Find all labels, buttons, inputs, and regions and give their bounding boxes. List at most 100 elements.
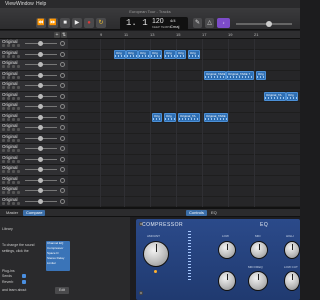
bar-ruler[interactable]: 9 11 13 15 17 19 21	[68, 31, 300, 39]
mute-button[interactable]	[2, 75, 5, 79]
track-name[interactable]: Original	[2, 92, 18, 97]
lcd-display[interactable]: 1. 1 120 KEEP TEMPO 4/4 Cmaj	[120, 17, 188, 30]
solo-button[interactable]	[7, 117, 10, 121]
track-header[interactable]: Original	[0, 144, 68, 155]
mute-button[interactable]	[2, 128, 5, 131]
solo-button[interactable]	[7, 191, 10, 194]
record-enable-button[interactable]	[12, 191, 15, 194]
high-knob[interactable]	[284, 241, 300, 259]
low-cut-knob[interactable]	[284, 271, 300, 291]
solo-button[interactable]	[7, 149, 10, 152]
track-header[interactable]: Original	[0, 186, 68, 197]
mute-button[interactable]	[2, 159, 5, 163]
record-enable-button[interactable]	[12, 128, 15, 131]
track-name[interactable]: Original	[2, 71, 18, 76]
pan-knob[interactable]	[60, 41, 65, 46]
solo-button[interactable]	[7, 107, 10, 110]
record-enable-button[interactable]	[12, 107, 15, 110]
track-header[interactable]: Original	[0, 102, 68, 113]
track-header[interactable]: Original	[0, 60, 68, 71]
audio-region[interactable]: Original_TAKE 7	[226, 71, 254, 80]
track-volume-knob[interactable]	[38, 51, 43, 57]
input-monitor-button[interactable]	[17, 149, 20, 152]
audio-region[interactable]: Orig	[164, 50, 176, 59]
mute-button[interactable]	[2, 138, 5, 142]
eq-tab[interactable]: EQ	[208, 210, 220, 216]
track-volume-knob[interactable]	[38, 125, 43, 130]
sends-checkbox[interactable]	[22, 274, 26, 278]
track-volume-knob[interactable]	[38, 104, 43, 109]
reverb-checkbox[interactable]	[22, 280, 26, 284]
record-enable-button[interactable]	[12, 86, 15, 89]
track-name[interactable]: Original	[2, 155, 18, 160]
menu-window[interactable]: Window	[16, 0, 34, 8]
solo-button[interactable]	[7, 44, 10, 47]
tempo-value[interactable]: 120	[152, 18, 164, 25]
input-monitor-button[interactable]	[17, 191, 20, 194]
input-monitor-button[interactable]	[17, 44, 20, 47]
pan-knob[interactable]	[60, 114, 65, 120]
track-volume-knob[interactable]	[38, 135, 43, 141]
mute-button[interactable]	[2, 96, 5, 100]
audio-region[interactable]: Orig	[126, 50, 138, 59]
pan-knob[interactable]	[60, 146, 65, 151]
audio-region[interactable]: Original_TA	[264, 92, 286, 101]
mute-button[interactable]	[2, 107, 5, 110]
track-volume-knob[interactable]	[38, 93, 43, 99]
track-name[interactable]: Original	[2, 134, 18, 139]
input-monitor-button[interactable]	[17, 75, 20, 79]
mid-knob[interactable]	[250, 241, 268, 259]
mute-button[interactable]	[2, 54, 5, 58]
track-header[interactable]: Original	[0, 70, 68, 81]
master-tab[interactable]: Master	[3, 210, 21, 216]
input-monitor-button[interactable]	[17, 159, 20, 163]
record-enable-button[interactable]	[12, 159, 15, 163]
audio-region[interactable]: Orig	[188, 50, 200, 59]
amount-knob[interactable]	[143, 241, 169, 267]
audio-region[interactable]: Orig	[286, 92, 298, 101]
low-knob[interactable]	[218, 241, 236, 259]
track-lane[interactable]	[68, 144, 300, 155]
mute-button[interactable]	[2, 86, 5, 89]
mute-button[interactable]	[2, 117, 5, 121]
track-options-icon[interactable]: ⇅	[61, 32, 67, 38]
track-header[interactable]: Original	[0, 133, 68, 144]
input-monitor-button[interactable]	[17, 54, 20, 58]
track-lane[interactable]	[68, 60, 300, 71]
record-enable-button[interactable]	[12, 54, 15, 58]
pan-knob[interactable]	[60, 62, 65, 67]
solo-button[interactable]	[7, 170, 10, 173]
input-monitor-button[interactable]	[17, 170, 20, 173]
track-lane[interactable]	[68, 102, 300, 113]
menu-help[interactable]: Help	[36, 0, 46, 8]
track-volume-knob[interactable]	[38, 188, 43, 193]
record-enable-button[interactable]	[12, 170, 15, 173]
track-volume-knob[interactable]	[38, 72, 43, 78]
solo-button[interactable]	[7, 54, 10, 58]
input-monitor-button[interactable]	[17, 201, 20, 205]
mute-button[interactable]	[2, 149, 5, 152]
input-monitor-button[interactable]	[17, 128, 20, 131]
track-lane[interactable]	[68, 176, 300, 186]
track-lane[interactable]	[68, 81, 300, 92]
mute-button[interactable]	[2, 170, 5, 173]
track-name[interactable]: Original	[2, 113, 18, 118]
input-monitor-button[interactable]	[17, 96, 20, 100]
mute-button[interactable]	[2, 191, 5, 194]
audio-region[interactable]: Orig	[150, 50, 162, 59]
menu-view[interactable]: View	[5, 0, 16, 8]
metronome-icon[interactable]: △	[205, 18, 214, 28]
record-enable-button[interactable]	[12, 201, 15, 205]
mute-button[interactable]	[2, 65, 5, 68]
track-header[interactable]: Original	[0, 175, 68, 186]
cycle-icon[interactable]: ↻	[96, 18, 106, 28]
track-volume-knob[interactable]	[38, 156, 43, 162]
track-lane[interactable]	[68, 155, 300, 165]
track-lane[interactable]	[68, 39, 300, 50]
compare-tab[interactable]: Compare	[23, 210, 46, 216]
record-enable-button[interactable]	[12, 96, 15, 100]
record-enable-button[interactable]	[12, 149, 15, 152]
record-enable-button[interactable]	[12, 117, 15, 121]
input-monitor-button[interactable]	[17, 107, 20, 110]
track-header[interactable]: Original	[0, 196, 68, 207]
